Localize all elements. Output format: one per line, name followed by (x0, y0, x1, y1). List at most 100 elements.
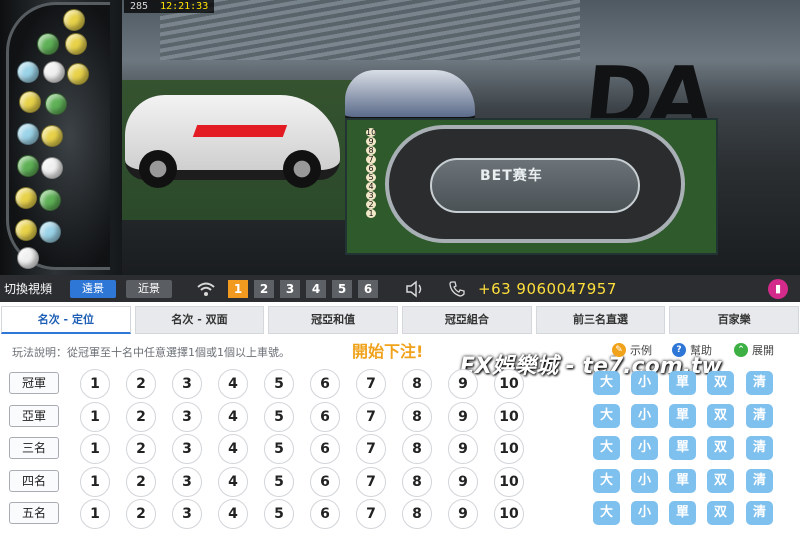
number-ball-button[interactable]: 9 (448, 466, 478, 497)
number-ball-button[interactable]: 4 (218, 434, 248, 465)
number-ball-button[interactable]: 9 (448, 434, 478, 465)
example-link[interactable]: ✎ 示例 (612, 342, 652, 358)
camera-button-4[interactable]: 4 (306, 279, 326, 298)
quick-pick-button[interactable]: 小 (631, 403, 658, 428)
camera-button-1[interactable]: 1 (228, 279, 248, 298)
number-ball-button[interactable]: 4 (218, 499, 248, 530)
quick-pick-button[interactable]: 双 (707, 371, 734, 395)
quick-pick-button[interactable]: 双 (707, 436, 734, 461)
number-ball-button[interactable]: 3 (172, 401, 202, 432)
number-ball-button[interactable]: 9 (448, 499, 478, 530)
number-ball-button[interactable]: 10 (494, 401, 524, 432)
chat-icon[interactable]: ▮ (768, 279, 788, 299)
number-ball-button[interactable]: 7 (356, 466, 386, 497)
number-ball-button[interactable]: 1 (80, 401, 110, 432)
expand-link[interactable]: ⌃ 展開 (734, 342, 774, 358)
number-ball-button[interactable]: 2 (126, 434, 156, 465)
number-ball-button[interactable]: 1 (80, 434, 110, 465)
tab-0[interactable]: 名次 - 定位 (1, 306, 131, 334)
quick-pick-button[interactable]: 双 (707, 403, 734, 428)
number-ball-button[interactable]: 6 (310, 401, 340, 432)
number-ball-button[interactable]: 10 (494, 499, 524, 530)
quick-pick-button[interactable]: 大 (593, 403, 620, 428)
number-ball-button[interactable]: 6 (310, 466, 340, 497)
number-ball-button[interactable]: 2 (126, 466, 156, 497)
bet-type-tabs: 名次 - 定位 名次 - 双面 冠亞和值 冠亞組合 前三名直選 百家樂 (0, 306, 800, 334)
tab-2[interactable]: 冠亞和值 (268, 306, 399, 334)
quick-pick-button[interactable]: 單 (669, 468, 696, 493)
quick-pick-button[interactable]: 小 (631, 468, 658, 493)
quick-pick-button[interactable]: 單 (669, 403, 696, 428)
tab-1[interactable]: 名次 - 双面 (134, 306, 265, 334)
quick-pick-button[interactable]: 双 (707, 468, 734, 493)
number-ball-button[interactable]: 6 (310, 434, 340, 465)
camera-button-6[interactable]: 6 (358, 279, 378, 298)
number-ball-button[interactable]: 10 (494, 434, 524, 465)
quick-pick-button[interactable]: 單 (669, 436, 696, 461)
camera-button-2[interactable]: 2 (254, 279, 274, 298)
quick-pick-button[interactable]: 清 (746, 371, 773, 395)
number-ball-button[interactable]: 8 (402, 466, 432, 497)
number-ball-button[interactable]: 10 (494, 369, 524, 399)
number-ball-button[interactable]: 4 (218, 401, 248, 432)
quick-pick-button[interactable]: 單 (669, 501, 696, 526)
lottery-ball (43, 61, 65, 83)
number-ball-button[interactable]: 9 (448, 369, 478, 399)
number-ball-button[interactable]: 8 (402, 401, 432, 432)
number-ball-button[interactable]: 2 (126, 401, 156, 432)
camera-button-3[interactable]: 3 (280, 279, 300, 298)
tab-5[interactable]: 百家樂 (669, 306, 800, 334)
number-ball-button[interactable]: 5 (264, 434, 294, 465)
speaker-icon[interactable] (404, 279, 426, 298)
far-view-button[interactable]: 遠景 (70, 279, 116, 298)
number-ball-button[interactable]: 6 (310, 369, 340, 399)
quick-pick-button[interactable]: 清 (746, 403, 773, 428)
number-ball-button[interactable]: 8 (402, 369, 432, 399)
number-ball-button[interactable]: 4 (218, 369, 248, 399)
number-ball-button[interactable]: 2 (126, 499, 156, 530)
number-ball-button[interactable]: 4 (218, 466, 248, 497)
number-ball-button[interactable]: 2 (126, 369, 156, 399)
number-ball-button[interactable]: 3 (172, 369, 202, 399)
number-ball-button[interactable]: 8 (402, 434, 432, 465)
near-view-button[interactable]: 近景 (126, 279, 172, 298)
camera-button-5[interactable]: 5 (332, 279, 352, 298)
number-ball-button[interactable]: 5 (264, 466, 294, 497)
number-ball-button[interactable]: 7 (356, 401, 386, 432)
number-ball-button[interactable]: 10 (494, 466, 524, 497)
quick-pick-button[interactable]: 大 (593, 371, 620, 395)
number-ball-button[interactable]: 5 (264, 499, 294, 530)
quick-pick-button[interactable]: 清 (746, 468, 773, 493)
quick-pick-button[interactable]: 小 (631, 436, 658, 461)
quick-pick-button[interactable]: 小 (631, 501, 658, 526)
number-ball-button[interactable]: 1 (80, 369, 110, 399)
grandstand (160, 0, 580, 60)
number-ball-button[interactable]: 1 (80, 499, 110, 530)
quick-pick-button[interactable]: 大 (593, 501, 620, 526)
lottery-ball (63, 9, 85, 31)
quick-pick-button[interactable]: 單 (669, 371, 696, 395)
number-ball-button[interactable]: 3 (172, 434, 202, 465)
tab-4[interactable]: 前三名直選 (535, 306, 666, 334)
number-ball-button[interactable]: 7 (356, 369, 386, 399)
lane-number: 9 (366, 137, 376, 146)
number-ball-button[interactable]: 9 (448, 401, 478, 432)
quick-pick-button[interactable]: 大 (593, 436, 620, 461)
tab-3[interactable]: 冠亞組合 (402, 306, 532, 334)
number-ball-button[interactable]: 1 (80, 466, 110, 497)
quick-pick-button[interactable]: 清 (746, 501, 773, 526)
car-wheel (139, 150, 177, 188)
number-ball-button[interactable]: 7 (356, 499, 386, 530)
quick-pick-button[interactable]: 清 (746, 436, 773, 461)
number-ball-button[interactable]: 3 (172, 466, 202, 497)
quick-pick-button[interactable]: 小 (631, 371, 658, 395)
number-ball-button[interactable]: 8 (402, 499, 432, 530)
number-ball-button[interactable]: 7 (356, 434, 386, 465)
quick-pick-button[interactable]: 双 (707, 501, 734, 526)
quick-pick-button[interactable]: 大 (593, 468, 620, 493)
number-ball-button[interactable]: 5 (264, 401, 294, 432)
number-ball-button[interactable]: 5 (264, 369, 294, 399)
help-link[interactable]: ? 幫助 (672, 342, 712, 358)
number-ball-button[interactable]: 6 (310, 499, 340, 530)
number-ball-button[interactable]: 3 (172, 499, 202, 530)
